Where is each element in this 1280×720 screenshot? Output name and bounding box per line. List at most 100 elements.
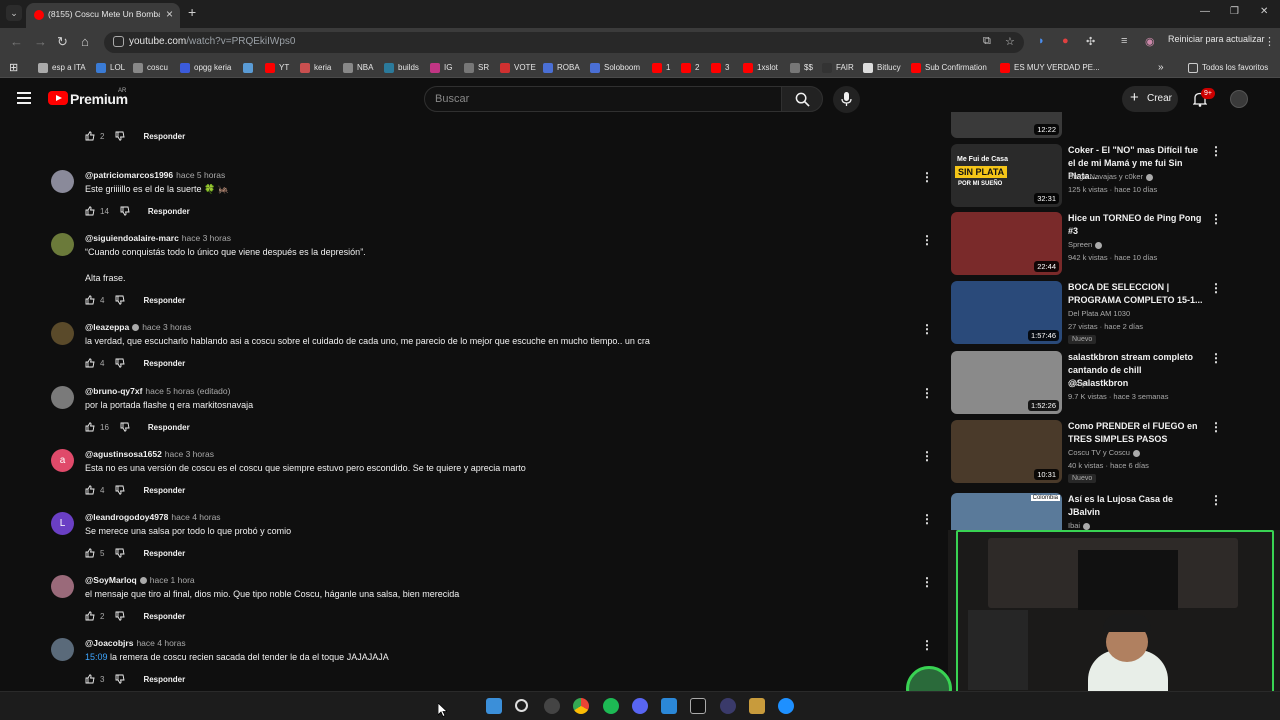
video-channel[interactable]: Diego Navajas y c0ker — [1068, 172, 1154, 181]
video-thumbnail[interactable]: 10:31 — [951, 420, 1062, 483]
bookmark-item[interactable]: FAIR — [822, 61, 854, 74]
extensions-puzzle-icon[interactable]: ✣ — [1086, 35, 1095, 48]
more-bookmarks-icon[interactable]: » — [1158, 61, 1164, 74]
bookmark-item[interactable]: SR — [464, 61, 489, 74]
dislike-icon[interactable] — [120, 206, 130, 216]
comment-more-icon[interactable]: ⋮ — [921, 386, 933, 400]
comment-more-icon[interactable]: ⋮ — [921, 512, 933, 526]
comment-more-icon[interactable]: ⋮ — [921, 638, 933, 652]
address-bar[interactable]: youtube.com/watch?v=PRQEkiIWps0 — [104, 32, 1024, 53]
voice-search-button[interactable] — [833, 86, 860, 113]
video-channel[interactable]: Coscu TV y Coscu — [1068, 448, 1140, 457]
video-title[interactable]: Así es la Lujosa Casa de JBalvin — [1068, 493, 1203, 519]
browser-menu-icon[interactable]: ⋮ — [1264, 35, 1275, 48]
bookmark-item[interactable]: esp a ITA — [38, 61, 86, 74]
video-title[interactable]: salastkbron stream completo cantando de … — [1068, 351, 1203, 390]
minimize-icon[interactable]: — — [1200, 6, 1210, 17]
bookmark-item[interactable]: builds — [384, 61, 419, 74]
comment-more-icon[interactable]: ⋮ — [921, 233, 933, 247]
youtube-logo-icon[interactable] — [48, 91, 68, 105]
dislike-icon[interactable] — [120, 422, 130, 432]
like-icon[interactable] — [85, 611, 95, 621]
dislike-icon[interactable] — [115, 485, 126, 495]
video-timestamp-link[interactable]: 15:09 — [85, 652, 108, 662]
close-window-icon[interactable]: ✕ — [1260, 6, 1268, 17]
reply-button[interactable]: Responder — [143, 675, 185, 684]
bookmark-item[interactable]: ROBA — [543, 61, 580, 74]
video-channel[interactable]: wtropi — [1068, 379, 1088, 388]
reply-button[interactable]: Responder — [143, 296, 185, 305]
dislike-icon[interactable] — [115, 548, 126, 558]
video-title[interactable]: BOCA DE SELECCION | PROGRAMA COMPLETO 15… — [1068, 281, 1203, 307]
bookmark-item[interactable]: IG — [430, 61, 452, 74]
like-icon[interactable] — [85, 295, 95, 305]
like-icon[interactable] — [85, 548, 95, 558]
commenter-avatar[interactable] — [51, 575, 74, 598]
comment-author[interactable]: @siguiendoalaire-marc hace 3 horas — [85, 233, 231, 243]
dislike-icon[interactable] — [115, 131, 126, 141]
reply-button[interactable]: Responder — [148, 207, 190, 216]
search-input[interactable]: Buscar — [424, 86, 782, 112]
maximize-icon[interactable]: ❐ — [1230, 6, 1239, 17]
close-tab-icon[interactable]: × — [166, 7, 173, 21]
app-icon[interactable] — [778, 698, 794, 714]
bookmark-item[interactable]: keria — [300, 61, 331, 74]
extension-icon[interactable]: ● — [1062, 35, 1069, 47]
reply-button[interactable]: Responder — [143, 359, 185, 368]
commenter-avatar[interactable] — [51, 322, 74, 345]
comment-author[interactable]: @bruno-qy7xf hace 5 horas (editado) — [85, 386, 230, 396]
dislike-icon[interactable] — [115, 358, 126, 368]
bookmark-item[interactable]: Bitlucy — [863, 61, 901, 74]
search-button[interactable] — [781, 86, 823, 112]
video-title[interactable]: Hice un TORNEO de Ping Pong #3 — [1068, 212, 1203, 238]
bookmark-item[interactable]: Sub Confirmation — [911, 61, 987, 74]
reply-button[interactable]: Responder — [143, 486, 185, 495]
bookmark-item[interactable]: 1 — [652, 61, 670, 74]
reply-button[interactable]: Responder — [143, 612, 185, 621]
comment-author[interactable]: @SoyMarloq hace 1 hora — [85, 575, 195, 585]
extension-icon[interactable]: ◗ — [1038, 35, 1045, 47]
video-thumbnail[interactable]: 1:57:46 — [951, 281, 1062, 344]
commenter-avatar[interactable] — [51, 170, 74, 193]
comment-more-icon[interactable]: ⋮ — [921, 575, 933, 589]
search-icon[interactable] — [515, 699, 528, 712]
chrome-icon[interactable] — [573, 698, 589, 714]
like-icon[interactable] — [85, 206, 95, 216]
bookmark-item[interactable]: NBA — [343, 61, 373, 74]
app-icon[interactable] — [720, 698, 736, 714]
commenter-avatar[interactable] — [51, 233, 74, 256]
windows-start-icon[interactable] — [486, 698, 502, 714]
like-icon[interactable] — [85, 674, 95, 684]
bookmark-item[interactable]: coscu — [133, 61, 168, 74]
dislike-icon[interactable] — [115, 611, 126, 621]
video-more-icon[interactable]: ⋮ — [1210, 493, 1222, 507]
reply-button[interactable]: Responder — [143, 549, 185, 558]
video-channel[interactable]: Spreen — [1068, 240, 1103, 249]
profile-avatar[interactable]: ◉ — [1145, 35, 1155, 48]
like-icon[interactable] — [85, 358, 95, 368]
dislike-icon[interactable] — [115, 295, 126, 305]
comment-author[interactable]: @patriciomarcos1996 hace 5 horas — [85, 170, 225, 180]
commenter-avatar[interactable]: L — [51, 512, 74, 535]
commenter-avatar[interactable] — [51, 638, 74, 661]
hamburger-menu-icon[interactable] — [17, 92, 31, 104]
comment-author[interactable]: @leazeppa hace 3 horas — [85, 322, 191, 332]
reading-list-icon[interactable]: ≡ — [1121, 35, 1127, 47]
bookmark-item[interactable]: 3 — [711, 61, 729, 74]
video-thumbnail[interactable]: Colombia — [951, 493, 1062, 532]
video-more-icon[interactable]: ⋮ — [1210, 420, 1222, 434]
like-icon[interactable] — [85, 131, 95, 141]
dislike-icon[interactable] — [115, 674, 126, 684]
comment-author[interactable]: @agustinsosa1652 hace 3 horas — [85, 449, 214, 459]
bookmark-item[interactable]: 1xslot — [743, 61, 778, 74]
video-title[interactable]: Como PRENDER el FUEGO en TRES SIMPLES PA… — [1068, 420, 1203, 446]
apps-grid-icon[interactable]: ⊞ — [9, 61, 18, 74]
bookmark-item[interactable]: VOTE — [500, 61, 536, 74]
steam-icon[interactable] — [544, 698, 560, 714]
bookmark-item[interactable] — [243, 61, 257, 74]
video-channel[interactable]: Ibai — [1068, 521, 1091, 530]
video-channel[interactable]: Del Plata AM 1030 — [1068, 309, 1130, 318]
video-more-icon[interactable]: ⋮ — [1210, 144, 1222, 158]
app-icon[interactable] — [690, 698, 706, 714]
restart-to-update-button[interactable]: Reiniciar para actualizar — [1168, 34, 1265, 44]
